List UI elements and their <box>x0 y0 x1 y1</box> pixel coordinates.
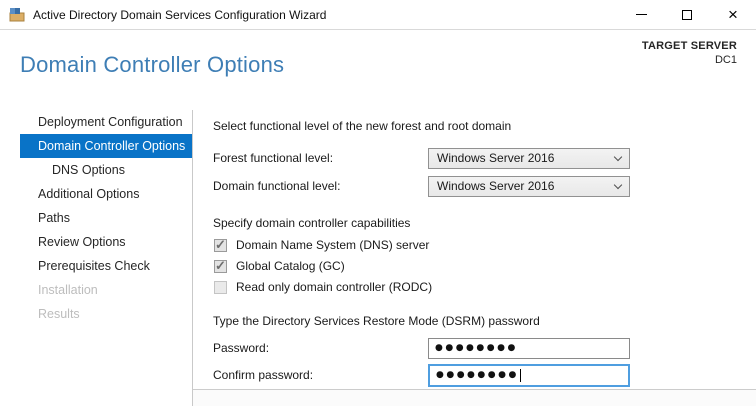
text-cursor <box>520 369 521 382</box>
nav-item-dns-options[interactable]: DNS Options <box>20 158 192 182</box>
capabilities-heading: Specify domain controller capabilities <box>213 216 410 230</box>
nav-item-review-options[interactable]: Review Options <box>20 230 192 254</box>
window-controls: × <box>618 0 756 29</box>
nav-item-results: Results <box>20 302 192 326</box>
domain-functional-level-select[interactable]: Windows Server 2016 <box>428 176 630 197</box>
close-button[interactable]: × <box>710 0 756 29</box>
confirm-password-row: Confirm password: ●●●●●●●● <box>213 364 630 386</box>
global-catalog-checkbox-row: ✓ Global Catalog (GC) <box>214 258 345 274</box>
forest-functional-level-row: Forest functional level: Windows Server … <box>213 147 630 169</box>
password-input[interactable]: ●●●●●●●● <box>428 338 630 359</box>
dns-server-checkbox[interactable]: ✓ <box>214 239 227 252</box>
target-server-block: TARGET SERVER DC1 <box>642 40 737 66</box>
wizard-app-icon <box>9 7 25 23</box>
nav-item-additional-options[interactable]: Additional Options <box>20 182 192 206</box>
domain-functional-level-label: Domain functional level: <box>213 179 428 193</box>
maximize-button[interactable] <box>664 0 710 29</box>
forest-functional-level-select[interactable]: Windows Server 2016 <box>428 148 630 169</box>
main-content: Select functional level of the new fores… <box>213 110 653 390</box>
password-masked-value: ●●●●●●●● <box>435 344 518 353</box>
target-server-label: TARGET SERVER <box>642 40 737 52</box>
page-header: Domain Controller Options TARGET SERVER … <box>0 30 756 110</box>
rodc-checkbox-label: Read only domain controller (RODC) <box>236 280 432 294</box>
nav-item-deployment-configuration[interactable]: Deployment Configuration <box>20 110 192 134</box>
nav-item-prerequisites-check[interactable]: Prerequisites Check <box>20 254 192 278</box>
confirm-password-input[interactable]: ●●●●●●●● <box>428 364 630 387</box>
footer-divider-area <box>193 389 756 406</box>
nav-item-installation: Installation <box>20 278 192 302</box>
chevron-down-icon <box>614 152 622 160</box>
nav-item-domain-controller-options[interactable]: Domain Controller Options <box>20 134 192 158</box>
maximize-icon <box>682 10 692 20</box>
minimize-button[interactable] <box>618 0 664 29</box>
confirm-password-masked-value: ●●●●●●●● <box>436 371 519 380</box>
check-icon: ✓ <box>215 258 226 274</box>
wizard-nav-sidebar: Deployment Configuration Domain Controll… <box>0 110 193 406</box>
rodc-checkbox-row: Read only domain controller (RODC) <box>214 279 432 295</box>
chevron-down-icon <box>614 180 622 188</box>
titlebar: Active Directory Domain Services Configu… <box>0 0 756 30</box>
check-icon: ✓ <box>215 237 226 253</box>
rodc-checkbox[interactable] <box>214 281 227 294</box>
forest-functional-level-value: Windows Server 2016 <box>437 151 554 165</box>
global-catalog-checkbox-label: Global Catalog (GC) <box>236 259 345 273</box>
domain-functional-level-value: Windows Server 2016 <box>437 179 554 193</box>
functional-level-heading: Select functional level of the new fores… <box>213 119 511 133</box>
dsrm-heading: Type the Directory Services Restore Mode… <box>213 314 540 328</box>
password-label: Password: <box>213 341 428 355</box>
global-catalog-checkbox[interactable]: ✓ <box>214 260 227 273</box>
domain-functional-level-row: Domain functional level: Windows Server … <box>213 175 630 197</box>
window-title: Active Directory Domain Services Configu… <box>33 8 326 22</box>
password-row: Password: ●●●●●●●● <box>213 337 630 359</box>
dns-server-checkbox-label: Domain Name System (DNS) server <box>236 238 429 252</box>
page-title: Domain Controller Options <box>20 52 284 78</box>
dns-server-checkbox-row: ✓ Domain Name System (DNS) server <box>214 237 429 253</box>
target-server-name: DC1 <box>642 54 737 66</box>
forest-functional-level-label: Forest functional level: <box>213 151 428 165</box>
minimize-icon <box>636 14 647 15</box>
close-icon: × <box>728 6 738 23</box>
confirm-password-label: Confirm password: <box>213 368 428 382</box>
nav-item-paths[interactable]: Paths <box>20 206 192 230</box>
